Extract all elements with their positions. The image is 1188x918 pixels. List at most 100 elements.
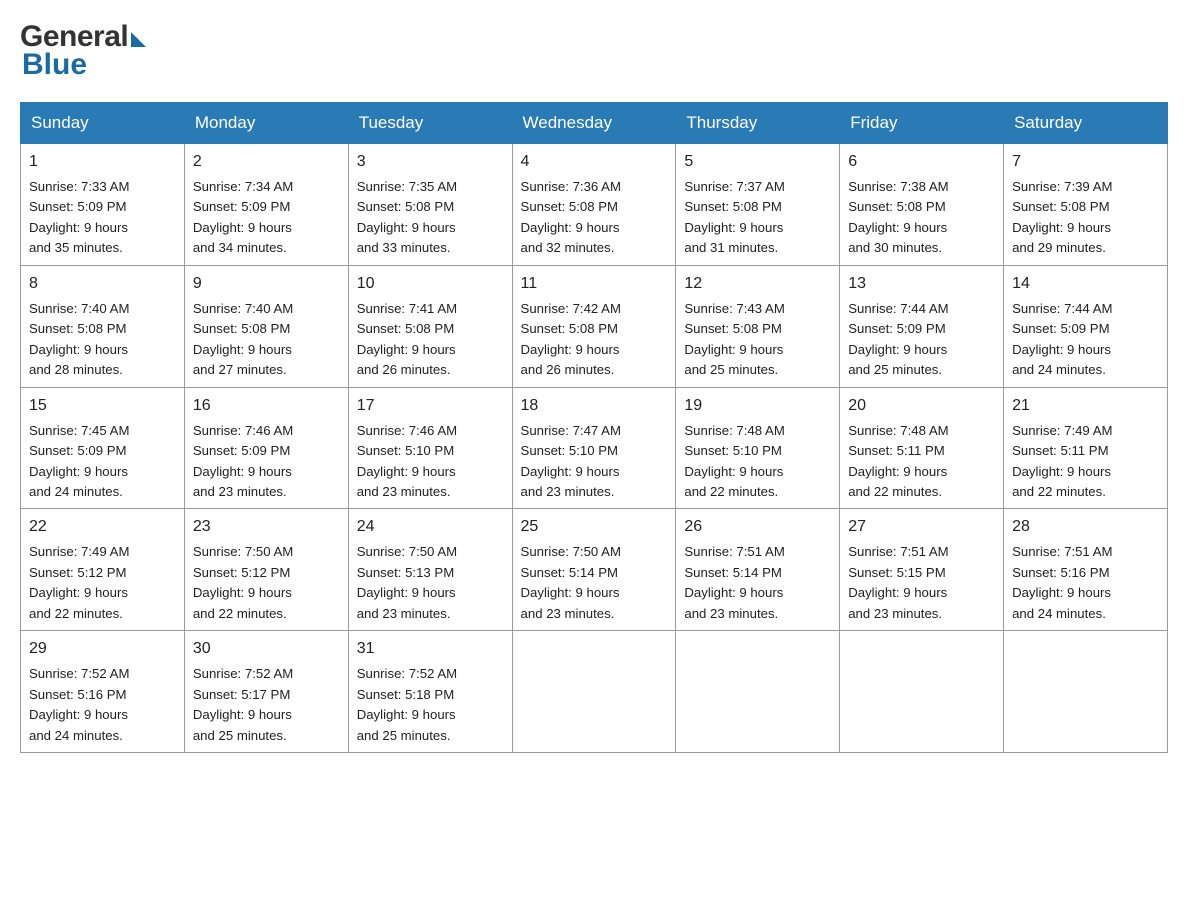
logo: General Blue xyxy=(20,20,146,82)
day-info: Sunrise: 7:51 AMSunset: 5:15 PMDaylight:… xyxy=(848,544,948,620)
weekday-header-thursday: Thursday xyxy=(676,103,840,144)
day-info: Sunrise: 7:46 AMSunset: 5:09 PMDaylight:… xyxy=(193,423,293,499)
calendar-cell: 23Sunrise: 7:50 AMSunset: 5:12 PMDayligh… xyxy=(184,509,348,631)
day-number: 28 xyxy=(1012,515,1159,539)
day-info: Sunrise: 7:50 AMSunset: 5:12 PMDaylight:… xyxy=(193,544,293,620)
calendar-cell: 21 Sunrise: 7:49 AMSunset: 5:11 PMDayligh… xyxy=(1004,387,1168,509)
calendar-cell: 27 Sunrise: 7:51 AMSunset: 5:15 PMDayligh… xyxy=(840,509,1004,631)
calendar-cell: 17Sunrise: 7:46 AMSunset: 5:10 PMDayligh… xyxy=(348,387,512,509)
day-number: 2 xyxy=(193,150,340,174)
day-number: 15 xyxy=(29,394,176,418)
day-info: Sunrise: 7:50 AMSunset: 5:14 PMDaylight:… xyxy=(521,544,621,620)
day-info: Sunrise: 7:40 AMSunset: 5:08 PMDaylight:… xyxy=(193,301,293,377)
day-number: 29 xyxy=(29,637,176,661)
day-number: 25 xyxy=(521,515,668,539)
calendar-cell: 2 Sunrise: 7:34 AMSunset: 5:09 PMDaylight… xyxy=(184,144,348,266)
day-info: Sunrise: 7:48 AMSunset: 5:11 PMDaylight:… xyxy=(848,423,948,499)
calendar-cell: 7 Sunrise: 7:39 AMSunset: 5:08 PMDaylight… xyxy=(1004,144,1168,266)
weekday-header-sunday: Sunday xyxy=(21,103,185,144)
day-info: Sunrise: 7:46 AMSunset: 5:10 PMDaylight:… xyxy=(357,423,457,499)
day-info: Sunrise: 7:48 AMSunset: 5:10 PMDaylight:… xyxy=(684,423,784,499)
calendar-cell: 24Sunrise: 7:50 AMSunset: 5:13 PMDayligh… xyxy=(348,509,512,631)
day-number: 16 xyxy=(193,394,340,418)
day-number: 26 xyxy=(684,515,831,539)
weekday-header-row: SundayMondayTuesdayWednesdayThursdayFrid… xyxy=(21,103,1168,144)
weekday-header-friday: Friday xyxy=(840,103,1004,144)
calendar-cell: 14Sunrise: 7:44 AMSunset: 5:09 PMDayligh… xyxy=(1004,265,1168,387)
day-number: 14 xyxy=(1012,272,1159,296)
day-number: 31 xyxy=(357,637,504,661)
day-info: Sunrise: 7:45 AMSunset: 5:09 PMDaylight:… xyxy=(29,423,129,499)
calendar-cell: 4 Sunrise: 7:36 AMSunset: 5:08 PMDaylight… xyxy=(512,144,676,266)
calendar-cell xyxy=(1004,631,1168,753)
logo-triangle-icon xyxy=(131,32,146,47)
day-number: 20 xyxy=(848,394,995,418)
calendar-cell: 28 Sunrise: 7:51 AMSunset: 5:16 PMDayligh… xyxy=(1004,509,1168,631)
day-number: 21 xyxy=(1012,394,1159,418)
weekday-header-wednesday: Wednesday xyxy=(512,103,676,144)
day-info: Sunrise: 7:50 AMSunset: 5:13 PMDaylight:… xyxy=(357,544,457,620)
week-row-3: 15 Sunrise: 7:45 AMSunset: 5:09 PMDayligh… xyxy=(21,387,1168,509)
week-row-4: 22Sunrise: 7:49 AMSunset: 5:12 PMDayligh… xyxy=(21,509,1168,631)
week-row-2: 8 Sunrise: 7:40 AMSunset: 5:08 PMDaylight… xyxy=(21,265,1168,387)
weekday-header-monday: Monday xyxy=(184,103,348,144)
day-number: 27 xyxy=(848,515,995,539)
calendar-cell: 12 Sunrise: 7:43 AMSunset: 5:08 PMDayligh… xyxy=(676,265,840,387)
day-number: 5 xyxy=(684,150,831,174)
day-number: 13 xyxy=(848,272,995,296)
day-number: 11 xyxy=(521,272,668,296)
day-info: Sunrise: 7:43 AMSunset: 5:08 PMDaylight:… xyxy=(684,301,784,377)
day-info: Sunrise: 7:52 AMSunset: 5:16 PMDaylight:… xyxy=(29,666,129,742)
day-info: Sunrise: 7:36 AMSunset: 5:08 PMDaylight:… xyxy=(521,179,621,255)
day-info: Sunrise: 7:34 AMSunset: 5:09 PMDaylight:… xyxy=(193,179,293,255)
day-number: 12 xyxy=(684,272,831,296)
day-number: 7 xyxy=(1012,150,1159,174)
calendar-cell: 26 Sunrise: 7:51 AMSunset: 5:14 PMDayligh… xyxy=(676,509,840,631)
day-number: 18 xyxy=(521,394,668,418)
calendar-cell: 3 Sunrise: 7:35 AMSunset: 5:08 PMDaylight… xyxy=(348,144,512,266)
calendar-cell: 22Sunrise: 7:49 AMSunset: 5:12 PMDayligh… xyxy=(21,509,185,631)
day-info: Sunrise: 7:33 AMSunset: 5:09 PMDaylight:… xyxy=(29,179,129,255)
day-number: 1 xyxy=(29,150,176,174)
calendar-cell: 16 Sunrise: 7:46 AMSunset: 5:09 PMDayligh… xyxy=(184,387,348,509)
day-info: Sunrise: 7:38 AMSunset: 5:08 PMDaylight:… xyxy=(848,179,948,255)
calendar-cell: 15 Sunrise: 7:45 AMSunset: 5:09 PMDayligh… xyxy=(21,387,185,509)
day-info: Sunrise: 7:37 AMSunset: 5:08 PMDaylight:… xyxy=(684,179,784,255)
day-info: Sunrise: 7:51 AMSunset: 5:16 PMDaylight:… xyxy=(1012,544,1112,620)
day-info: Sunrise: 7:35 AMSunset: 5:08 PMDaylight:… xyxy=(357,179,457,255)
calendar-cell: 13 Sunrise: 7:44 AMSunset: 5:09 PMDayligh… xyxy=(840,265,1004,387)
day-info: Sunrise: 7:44 AMSunset: 5:09 PMDaylight:… xyxy=(848,301,948,377)
calendar-cell: 30 Sunrise: 7:52 AMSunset: 5:17 PMDayligh… xyxy=(184,631,348,753)
calendar-cell: 25 Sunrise: 7:50 AMSunset: 5:14 PMDayligh… xyxy=(512,509,676,631)
weekday-header-tuesday: Tuesday xyxy=(348,103,512,144)
day-info: Sunrise: 7:49 AMSunset: 5:11 PMDaylight:… xyxy=(1012,423,1112,499)
day-info: Sunrise: 7:51 AMSunset: 5:14 PMDaylight:… xyxy=(684,544,784,620)
calendar-cell: 1 Sunrise: 7:33 AMSunset: 5:09 PMDaylight… xyxy=(21,144,185,266)
day-number: 4 xyxy=(521,150,668,174)
calendar-cell: 5 Sunrise: 7:37 AMSunset: 5:08 PMDaylight… xyxy=(676,144,840,266)
calendar-cell: 6 Sunrise: 7:38 AMSunset: 5:08 PMDaylight… xyxy=(840,144,1004,266)
day-number: 30 xyxy=(193,637,340,661)
day-info: Sunrise: 7:41 AMSunset: 5:08 PMDaylight:… xyxy=(357,301,457,377)
day-number: 19 xyxy=(684,394,831,418)
calendar-cell xyxy=(512,631,676,753)
day-info: Sunrise: 7:52 AMSunset: 5:17 PMDaylight:… xyxy=(193,666,293,742)
calendar-cell: 9Sunrise: 7:40 AMSunset: 5:08 PMDaylight… xyxy=(184,265,348,387)
day-info: Sunrise: 7:47 AMSunset: 5:10 PMDaylight:… xyxy=(521,423,621,499)
calendar-cell: 31 Sunrise: 7:52 AMSunset: 5:18 PMDayligh… xyxy=(348,631,512,753)
calendar-table: SundayMondayTuesdayWednesdayThursdayFrid… xyxy=(20,102,1168,753)
calendar-cell: 20 Sunrise: 7:48 AMSunset: 5:11 PMDayligh… xyxy=(840,387,1004,509)
calendar-cell: 8 Sunrise: 7:40 AMSunset: 5:08 PMDaylight… xyxy=(21,265,185,387)
week-row-1: 1 Sunrise: 7:33 AMSunset: 5:09 PMDaylight… xyxy=(21,144,1168,266)
day-number: 6 xyxy=(848,150,995,174)
page-header: General Blue xyxy=(20,20,1168,82)
day-number: 8 xyxy=(29,272,176,296)
day-number: 3 xyxy=(357,150,504,174)
calendar-cell: 29 Sunrise: 7:52 AMSunset: 5:16 PMDayligh… xyxy=(21,631,185,753)
day-info: Sunrise: 7:40 AMSunset: 5:08 PMDaylight:… xyxy=(29,301,129,377)
logo-blue: Blue xyxy=(22,48,87,81)
day-number: 22 xyxy=(29,515,176,539)
day-info: Sunrise: 7:52 AMSunset: 5:18 PMDaylight:… xyxy=(357,666,457,742)
day-number: 10 xyxy=(357,272,504,296)
day-info: Sunrise: 7:39 AMSunset: 5:08 PMDaylight:… xyxy=(1012,179,1112,255)
